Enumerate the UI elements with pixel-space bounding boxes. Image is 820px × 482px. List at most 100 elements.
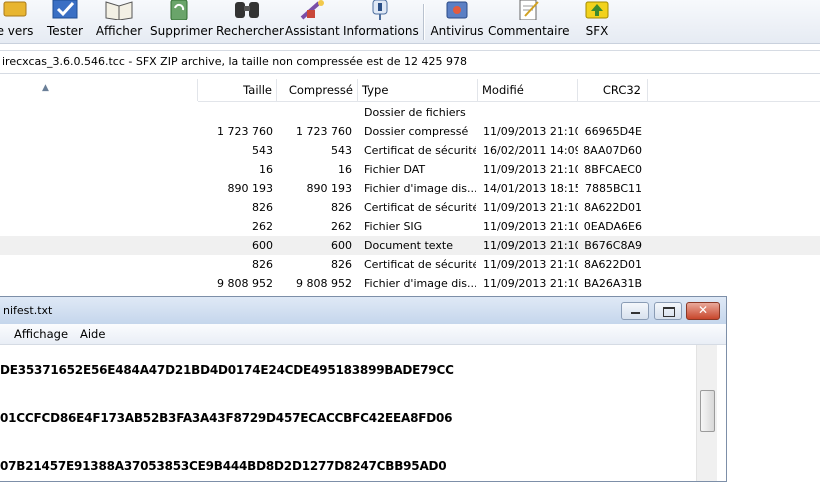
- column-header-size[interactable]: Taille: [198, 79, 277, 101]
- view-button[interactable]: Afficher: [95, 0, 143, 43]
- file-row[interactable]: 16 16 Fichier DAT 11/09/2013 21:10 8BFCAEC0: [0, 160, 820, 179]
- antivirus-button[interactable]: Antivirus: [430, 0, 484, 43]
- binoculars-icon: [232, 0, 262, 20]
- menu-affichage[interactable]: Affichage: [14, 327, 68, 341]
- toolbar-separator: [423, 4, 425, 40]
- file-row[interactable]: 826 826 Certificat de sécurité 11/09/2013 2…: [0, 255, 820, 274]
- file-packed-cell: 9 808 952: [296, 277, 352, 290]
- file-packed-cell: 16: [338, 163, 352, 176]
- file-packed-cell: [277, 103, 352, 122]
- file-crc-cell: 66965D4E: [584, 125, 642, 138]
- file-size-cell: 16: [259, 163, 273, 176]
- file-type-cell: Certificat de sécurité: [364, 144, 476, 157]
- text-line: DE35371652E56E484A47D21BD4D0174E24CDE495…: [0, 363, 454, 377]
- file-crc-cell: B676C8A9: [584, 239, 642, 252]
- viewer-title-bar[interactable]: nifest.txt ✕: [0, 297, 726, 324]
- minimize-icon: [631, 312, 640, 314]
- toolbar: e vers Tester Afficher Supprimer Recherc…: [0, 0, 820, 44]
- file-type-cell: Fichier d'image dis...: [364, 277, 476, 290]
- viewer-title: nifest.txt: [3, 304, 53, 317]
- archive-path: irecxcas_3.6.0.546.tcc - SFX ZIP archive…: [2, 55, 467, 68]
- file-modified-cell: 11/09/2013 21:10: [483, 201, 578, 214]
- sfx-button[interactable]: SFX: [578, 0, 616, 43]
- file-crc-cell: 8AA07D60: [583, 144, 642, 157]
- file-crc-cell: BA26A31B: [583, 277, 642, 290]
- file-size-cell: 826: [252, 201, 273, 214]
- file-packed-cell: 826: [331, 258, 352, 271]
- scrollbar-thumb[interactable]: [700, 390, 715, 432]
- text-line: 07B21457E91388A37053853CE9B444BD8D2D1277…: [0, 459, 447, 473]
- file-crc-cell: 0EADA6E6: [583, 220, 642, 233]
- file-type-cell: Dossier de fichiers: [364, 106, 466, 119]
- vertical-scrollbar[interactable]: [696, 345, 717, 481]
- file-type-cell: Fichier d'image dis...: [364, 182, 476, 195]
- close-button[interactable]: ✕: [686, 302, 720, 320]
- text-viewer-window: nifest.txt ✕ Affichage Aide DE35371652E5…: [0, 296, 727, 482]
- comment-button[interactable]: Commentaire: [488, 0, 570, 43]
- minimize-button[interactable]: [621, 302, 649, 320]
- file-type-cell: Dossier compressé: [364, 125, 469, 138]
- file-modified-cell: 11/09/2013 21:10: [483, 277, 578, 290]
- file-packed-cell: 826: [331, 201, 352, 214]
- file-modified-cell: 16/02/2011 14:09: [483, 144, 578, 157]
- column-header-type[interactable]: Type: [358, 79, 478, 101]
- file-modified-cell: 11/09/2013 21:10: [483, 125, 578, 138]
- column-header-modified[interactable]: Modifié: [478, 79, 578, 101]
- delete-recycle-icon: [164, 0, 194, 21]
- file-packed-cell: 1 723 760: [296, 125, 352, 138]
- file-crc-cell: [578, 103, 642, 122]
- delete-button[interactable]: Supprimer: [150, 0, 213, 43]
- file-crc-cell: 8A622D01: [584, 258, 642, 271]
- file-row[interactable]: Dossier de fichiers: [0, 103, 820, 122]
- archive-address-bar[interactable]: irecxcas_3.6.0.546.tcc - SFX ZIP archive…: [0, 50, 820, 74]
- file-row[interactable]: 600 600 Document texte 11/09/2013 21:10 B676…: [0, 236, 820, 255]
- file-size-cell: 600: [252, 239, 273, 252]
- file-row[interactable]: 262 262 Fichier SIG 11/09/2013 21:10 0EADA6E…: [0, 217, 820, 236]
- file-size-cell: 9 808 952: [217, 277, 273, 290]
- antivirus-icon: [442, 0, 472, 20]
- file-crc-cell: 8A622D01: [584, 201, 642, 214]
- file-row[interactable]: 9 808 952 9 808 952 Fichier d'image dis...…: [0, 274, 820, 293]
- file-size-cell: 890 193: [227, 182, 274, 195]
- close-icon: ✕: [697, 303, 709, 317]
- wizard-button[interactable]: Assistant: [285, 0, 340, 43]
- viewer-menu-bar: Affichage Aide: [0, 324, 726, 345]
- file-row[interactable]: 1 723 760 1 723 760 Dossier compressé 11/09…: [0, 122, 820, 141]
- file-size-cell: [198, 103, 273, 122]
- sort-up-icon: ▲: [42, 83, 49, 93]
- column-header-packed[interactable]: Compressé: [277, 79, 358, 101]
- file-packed-cell: 600: [331, 239, 352, 252]
- info-button[interactable]: Informations: [343, 0, 419, 43]
- file-size-cell: 1 723 760: [217, 125, 273, 138]
- file-packed-cell: 890 193: [306, 182, 353, 195]
- file-modified-cell: 11/09/2013 21:10: [483, 239, 578, 252]
- file-packed-cell: 262: [331, 220, 352, 233]
- sfx-archive-icon: [582, 0, 612, 20]
- file-size-cell: 262: [252, 220, 273, 233]
- comment-notepad-icon: [513, 0, 543, 21]
- file-crc-cell: 7885BC11: [584, 182, 642, 195]
- wizard-wand-icon: [297, 0, 327, 20]
- menu-aide[interactable]: Aide: [80, 327, 105, 341]
- search-button[interactable]: Rechercher: [216, 0, 284, 43]
- file-type-cell: Fichier SIG: [364, 220, 423, 233]
- file-modified-cell: 11/09/2013 21:10: [483, 220, 578, 233]
- column-header-crc[interactable]: CRC32: [578, 79, 648, 101]
- extract-button[interactable]: e vers: [0, 0, 36, 43]
- file-row[interactable]: 890 193 890 193 Fichier d'image dis... 14/0…: [0, 179, 820, 198]
- file-row[interactable]: 543 543 Certificat de sécurité 16/02/2011 1…: [0, 141, 820, 160]
- view-book-icon: [104, 0, 134, 21]
- test-button[interactable]: Tester: [44, 0, 86, 43]
- file-type-cell: Certificat de sécurité: [364, 201, 476, 214]
- file-size-cell: 826: [252, 258, 273, 271]
- file-modified-cell: [483, 103, 578, 122]
- maximize-icon: [663, 307, 675, 317]
- file-row[interactable]: 826 826 Certificat de sécurité 11/09/2013 2…: [0, 198, 820, 217]
- file-size-cell: 543: [252, 144, 273, 157]
- column-header-name[interactable]: ▲: [0, 79, 198, 101]
- file-modified-cell: 11/09/2013 21:10: [483, 163, 578, 176]
- viewer-text-area[interactable]: DE35371652E56E484A47D21BD4D0174E24CDE495…: [0, 345, 696, 481]
- file-type-cell: Document texte: [364, 239, 453, 252]
- file-packed-cell: 543: [331, 144, 352, 157]
- maximize-button[interactable]: [654, 302, 682, 320]
